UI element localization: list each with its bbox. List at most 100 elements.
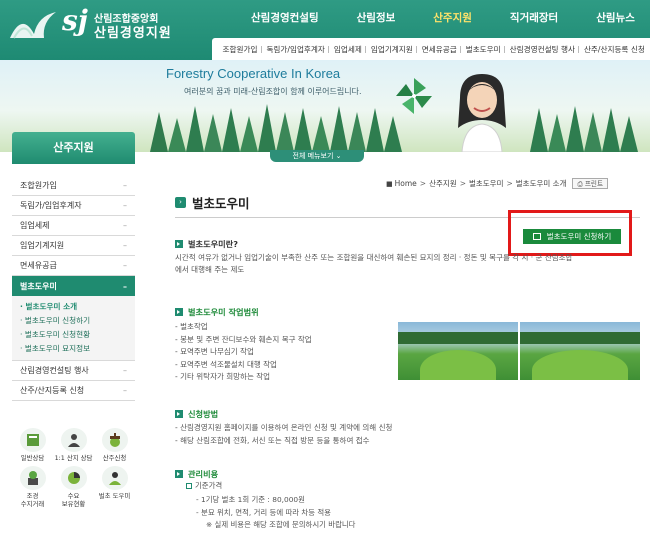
subnav-consulting-event[interactable]: 산림경영컨설팅 행사 <box>504 44 579 55</box>
photo-right <box>520 322 640 380</box>
cost-note: ※ 실제 비용은 해당 조합에 문의하시기 바랍니다 <box>206 520 356 529</box>
breadcrumb: ■ Home > 산주지원 > 벌초도우미 > 벌초도우미 소개 ⎙ 프린트 <box>386 178 609 189</box>
subnav-machinery[interactable]: 임업기계지원 <box>365 44 417 55</box>
collapse-icon: – <box>123 281 127 291</box>
breadcrumb-home[interactable]: Home <box>395 179 417 188</box>
sub-nav: 조합원가입 독림가/임업후계자 임업세제 임업기계지원 면세유공급 벌초도우미 … <box>212 38 650 60</box>
home-icon: ■ <box>386 179 393 188</box>
subnav-member-join[interactable]: 조합원가입 <box>218 44 262 55</box>
list-item: 벌초작업 <box>175 321 312 334</box>
logo-sj: sj <box>62 4 88 37</box>
collapse-icon: – <box>123 181 127 190</box>
print-button[interactable]: ⎙ 프린트 <box>572 178 609 189</box>
global-nav: 산림경영컨설팅 산림정보 산주지원 직거래장터 산림뉴스 <box>232 0 650 34</box>
quick-link-owner-apply[interactable]: 산주신청 <box>94 428 135 462</box>
list-item: 기타 위탁자가 희망하는 작업 <box>175 371 312 384</box>
bullet-arrow-icon <box>175 410 183 418</box>
site-logo[interactable]: sj 산림조합중앙회 산림경영지원 <box>8 4 171 46</box>
list-item: 해당 산림조합에 전화, 서신 또는 직접 방문 등을 통하여 접수 <box>175 435 392 448</box>
cost-label: 기준가격 <box>195 481 223 490</box>
gnb-owner-support[interactable]: 산주지원 <box>414 0 491 34</box>
collapse-icon: – <box>123 261 127 270</box>
quick-link-label: 벌초 도우미 <box>98 492 131 500</box>
breadcrumb-level-2[interactable]: 벌초도우미 <box>469 178 504 189</box>
chevron-right-icon: > <box>419 179 427 188</box>
tree-pot-icon <box>19 466 46 490</box>
section-cost-title: 관리비용 <box>175 468 218 480</box>
quick-link-label: 수요 보유현황 <box>61 492 86 508</box>
section-apply-method-title: 신청방법 <box>175 408 218 420</box>
view-all-menu-button[interactable]: 전체 메뉴보기 ⌄ <box>270 150 364 162</box>
printer-icon: ⎙ <box>577 180 585 188</box>
gnb-consulting[interactable]: 산림경영컨설팅 <box>232 0 338 34</box>
sidebar-subitem-grave-info[interactable]: 벌초도우미 묘지정보 <box>12 342 135 356</box>
subnav-mowing-helper[interactable]: 벌초도우미 <box>460 44 505 55</box>
sidebar-subitem-intro[interactable]: 벌초도우미 소개 <box>12 300 135 314</box>
sidebar-menu: 조합원가입 – 독림가/임업후계자 – 임업세제 – 임업기계지원 – 면세유공급 – 벌… <box>12 176 135 401</box>
chevron-right-icon: > <box>459 179 466 188</box>
sidebar-item-label: 면세유공급 <box>20 261 57 270</box>
sidebar-item-label: 조합원가입 <box>20 181 57 190</box>
section-heading: 벌초도우미란? <box>188 239 238 249</box>
sidebar-item-member-join[interactable]: 조합원가입 – <box>12 176 135 196</box>
apply-mowing-helper-button[interactable]: 벌초도우미 신청하기 <box>523 229 621 244</box>
section-apply-method-list: 산림경영지원 홈페이지를 이용하여 온라인 신청 및 계약에 의해 신청 해당 … <box>175 422 392 447</box>
collapse-icon: – <box>123 201 127 210</box>
sidebar-item-consulting-event[interactable]: 산림경영컨설팅 행사 – <box>12 361 135 381</box>
quick-link-landscape-trade[interactable]: 조경 수지거래 <box>12 466 53 508</box>
collapse-icon: – <box>123 386 127 395</box>
quick-link-label: 조경 수지거래 <box>20 492 45 508</box>
page-title-text: 벌초도우미 <box>192 196 250 211</box>
cost-value: 분묘 위치, 면적, 거리 등에 따라 차등 적용 <box>201 508 331 517</box>
apply-button-label: 벌초도우미 신청하기 <box>546 232 612 241</box>
gnb-forest-news[interactable]: 산림뉴스 <box>577 0 650 34</box>
cost-base-label: 기준가격 <box>186 480 222 492</box>
breadcrumb-current: 벌초도우미 소개 <box>515 179 567 188</box>
sidebar-item-machinery[interactable]: 임업기계지원 – <box>12 236 135 256</box>
sidebar-item-label: 벌초도우미 <box>20 281 57 291</box>
sidebar-subitem-apply[interactable]: 벌초도우미 신청하기 <box>12 314 135 328</box>
list-item: 묘역주변 나무심기 작업 <box>175 346 312 359</box>
logo-mark-icon <box>10 12 56 39</box>
quick-link-one-on-one[interactable]: 1:1 산지 상담 <box>53 428 94 462</box>
subnav-forester[interactable]: 독림가/임업후계자 <box>260 44 329 55</box>
list-item: 산림경영지원 홈페이지를 이용하여 온라인 신청 및 계약에 의해 신청 <box>175 422 392 435</box>
sidebar-item-fuel[interactable]: 면세유공급 – <box>12 256 135 276</box>
paragraph-line: 시간적 여유가 없거나 임업기술이 부족한 산주 또는 조합원을 대신하여 훼손… <box>175 253 573 262</box>
breadcrumb-level-1[interactable]: 산주지원 <box>429 178 457 189</box>
collapse-icon: – <box>123 366 127 375</box>
subnav-fuel[interactable]: 면세유공급 <box>416 44 461 55</box>
grave-mound-photo <box>398 322 640 380</box>
list-item: 묘역주변 석조물설치 대행 작업 <box>175 359 312 372</box>
quick-links: 일반상담 1:1 산지 상담 산주신청 조경 수지거래 수요 보유현황 벌초 도우미 <box>12 428 135 508</box>
sidebar-item-label: 임업세제 <box>20 221 50 230</box>
quick-link-label: 일반상담 <box>20 454 45 462</box>
sidebar-item-forester[interactable]: 독림가/임업후계자 – <box>12 196 135 216</box>
banner-slogan-tail: In Korea <box>291 66 341 81</box>
subnav-registration[interactable]: 산주/산지등록 신청 <box>578 44 649 55</box>
pinwheel-icon <box>396 78 432 114</box>
subnav-tax[interactable]: 임업세제 <box>328 44 366 55</box>
sidebar-item-label: 산주/산지등록 신청 <box>20 386 85 395</box>
chevron-right-icon: > <box>506 179 513 188</box>
highlight-box: 벌초도우미 신청하기 <box>508 210 632 256</box>
gnb-forest-info[interactable]: 산림정보 <box>338 0 415 34</box>
list-item: 봉분 및 주변 잔디보수와 훼손지 복구 작업 <box>175 334 312 347</box>
sidebar-item-registration[interactable]: 산주/산지등록 신청 – <box>12 381 135 401</box>
quick-link-general-consult[interactable]: 일반상담 <box>12 428 53 462</box>
quick-link-demand-status[interactable]: 수요 보유현황 <box>53 466 94 508</box>
sidebar-item-label: 임업기계지원 <box>20 241 65 250</box>
sidebar-item-label: 독림가/임업후계자 <box>20 201 82 210</box>
acorn-icon <box>101 428 128 452</box>
quick-link-mowing-helper[interactable]: 벌초 도우미 <box>94 466 135 508</box>
banner-slogan: Forestry Cooperative In Korea <box>166 66 340 81</box>
section-scope-list: 벌초작업 봉분 및 주변 잔디보수와 훼손지 복구 작업 묘역주변 나무심기 작… <box>175 321 312 384</box>
helper-person-icon <box>101 466 128 490</box>
sidebar-subitem-status[interactable]: 벌초도우미 신청현황 <box>12 328 135 342</box>
banner-slogan-main: Forestry Cooperative <box>166 66 288 81</box>
section-scope-title: 벌초도우미 작업범위 <box>175 306 259 318</box>
quick-link-label: 1:1 산지 상담 <box>54 454 93 462</box>
sidebar-item-tax[interactable]: 임업세제 – <box>12 216 135 236</box>
sidebar-item-mowing-helper[interactable]: 벌초도우미 – <box>12 276 135 296</box>
gnb-direct-market[interactable]: 직거래장터 <box>491 0 577 34</box>
